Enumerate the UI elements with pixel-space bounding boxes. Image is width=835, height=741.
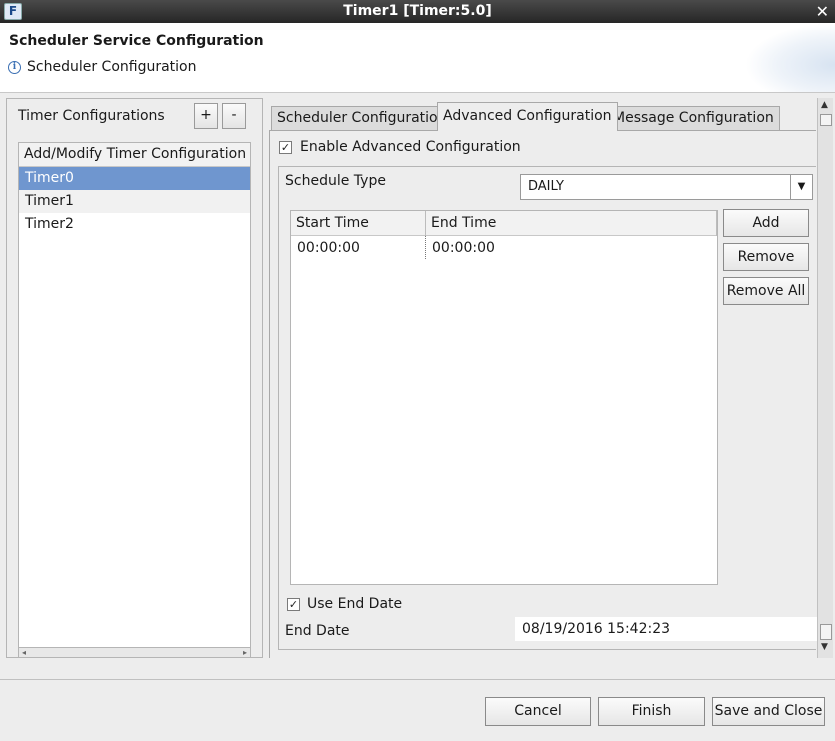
scroll-up-icon[interactable]: ▲	[821, 100, 828, 110]
table-cell-end-time[interactable]: 00:00:00	[426, 237, 716, 259]
cancel-button[interactable]: Cancel	[485, 697, 591, 726]
timer-list-item[interactable]: Timer1	[19, 190, 250, 213]
timer-list-header: Add/Modify Timer Configuration	[19, 143, 250, 167]
timer-configurations-panel: Timer Configurations + - Add/Modify Time…	[6, 98, 263, 658]
schedule-type-label: Schedule Type	[285, 173, 386, 189]
tab-advanced-configuration[interactable]: Advanced Configuration	[437, 102, 618, 131]
column-header-end-time[interactable]: End Time	[426, 211, 717, 236]
chevron-down-icon[interactable]: ▼	[790, 175, 812, 199]
configuration-tabs-panel: Scheduler Configuration Advanced Configu…	[269, 98, 817, 658]
table-header: Start Time End Time	[291, 211, 717, 236]
window-title: Timer1 [Timer:5.0]	[343, 3, 492, 19]
enable-advanced-checkbox[interactable]: ✓	[279, 141, 292, 154]
column-header-start-time[interactable]: Start Time	[291, 211, 426, 236]
end-date-field[interactable]: 08/19/2016 15:42:23	[515, 617, 817, 641]
timer-list[interactable]: Add/Modify Timer Configuration Timer0 Ti…	[18, 142, 251, 648]
advanced-configuration-content: ✓ Enable Advanced Configuration Schedule…	[269, 130, 817, 658]
info-icon: i	[8, 61, 21, 74]
add-timer-button[interactable]: +	[194, 103, 218, 129]
end-date-label: End Date	[285, 623, 350, 639]
schedule-type-select[interactable]: DAILY ▼	[520, 174, 813, 200]
timer-configurations-label: Timer Configurations	[18, 108, 165, 124]
header-decoration	[745, 23, 835, 92]
timer-list-item[interactable]: Timer0	[19, 167, 250, 190]
remove-all-button[interactable]: Remove All	[723, 277, 809, 305]
close-icon[interactable]: ✕	[816, 2, 829, 21]
main-area: Timer Configurations + - Add/Modify Time…	[6, 98, 834, 658]
advanced-settings-group: Schedule Type DAILY ▼ Start Time End Tim…	[278, 166, 817, 650]
finish-button[interactable]: Finish	[598, 697, 705, 726]
footer-separator	[0, 679, 835, 680]
dialog-header: Scheduler Service Configuration i Schedu…	[0, 23, 835, 93]
remove-time-button[interactable]: Remove	[723, 243, 809, 271]
scroll-thumb-top[interactable]	[820, 114, 832, 126]
tab-scheduler-configuration[interactable]: Scheduler Configuration	[271, 106, 453, 130]
schedule-type-value: DAILY	[528, 179, 564, 194]
scroll-thumb-bottom[interactable]	[820, 624, 832, 640]
scroll-right-icon[interactable]: ▸	[243, 648, 247, 657]
tab-message-configuration[interactable]: Message Configuration	[607, 106, 780, 130]
use-end-date-checkbox[interactable]: ✓	[287, 598, 300, 611]
scroll-down-icon[interactable]: ▼	[821, 642, 828, 652]
table-cell-start-time[interactable]: 00:00:00	[291, 237, 425, 259]
page-title: Scheduler Service Configuration	[9, 33, 264, 49]
main-vscrollbar[interactable]: ▲ ▼	[817, 98, 833, 658]
time-range-table[interactable]: Start Time End Time 00:00:00 00:00:00	[290, 210, 718, 585]
use-end-date-label: Use End Date	[307, 596, 403, 612]
window-titlebar[interactable]: F Timer1 [Timer:5.0] ✕	[0, 0, 835, 23]
page-subtitle: Scheduler Configuration	[27, 59, 197, 75]
remove-timer-button[interactable]: -	[222, 103, 246, 129]
save-and-close-button[interactable]: Save and Close	[712, 697, 825, 726]
enable-advanced-label: Enable Advanced Configuration	[300, 139, 521, 155]
add-time-button[interactable]: Add	[723, 209, 809, 237]
timer-list-item[interactable]: Timer2	[19, 213, 250, 236]
timer-list-hscrollbar[interactable]: ◂ ▸	[18, 648, 251, 658]
scroll-left-icon[interactable]: ◂	[22, 648, 26, 657]
